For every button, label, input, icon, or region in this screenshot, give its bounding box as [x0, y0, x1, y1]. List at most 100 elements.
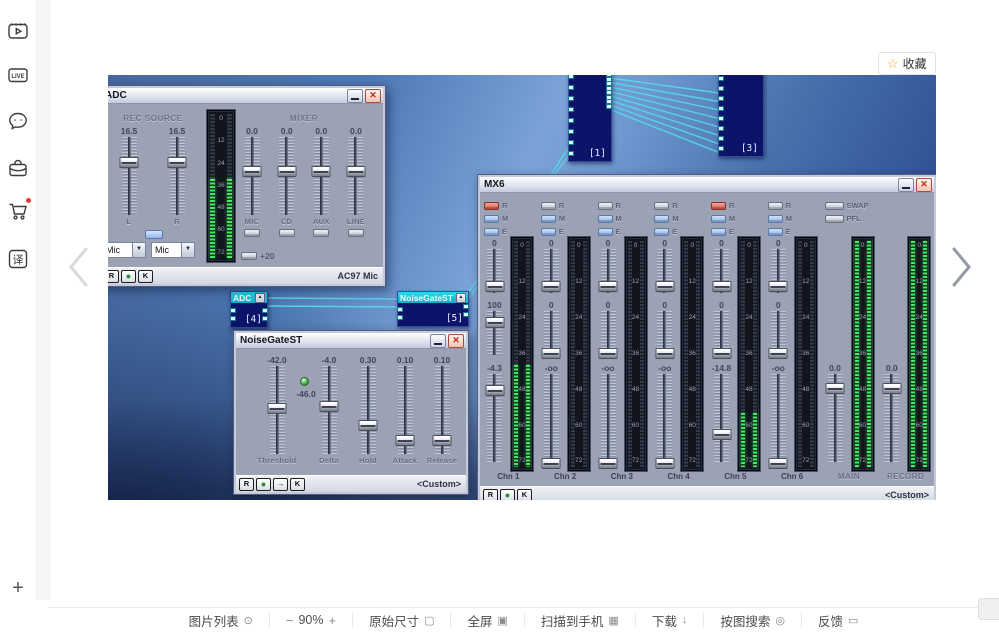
- fader-track[interactable]: [277, 137, 297, 215]
- toolbar-item-feedback[interactable]: 反馈 ▭: [800, 612, 874, 629]
- fader-track[interactable]: [432, 366, 452, 454]
- fader-knob[interactable]: [267, 402, 287, 414]
- e-button[interactable]: [767, 227, 783, 236]
- fader-knob[interactable]: [311, 165, 331, 177]
- m-button[interactable]: [654, 214, 670, 223]
- status-button-r[interactable]: R: [108, 269, 119, 283]
- fader-track[interactable]: [598, 249, 618, 293]
- toolbar-item-zoom[interactable]: −90% +: [268, 612, 352, 628]
- swap-button[interactable]: [824, 201, 844, 210]
- fader-track[interactable]: [712, 249, 731, 293]
- status-button-r[interactable]: R: [483, 488, 498, 500]
- fader-track[interactable]: [541, 311, 561, 359]
- fader-track[interactable]: [358, 366, 378, 454]
- fader-track[interactable]: [319, 366, 339, 454]
- next-image-button[interactable]: [948, 246, 974, 293]
- minimize-button[interactable]: [347, 88, 363, 103]
- toolbar-item-download[interactable]: 下载 ↓: [634, 612, 704, 629]
- toolbar-item-fullscreen[interactable]: 全屏 ▣: [450, 612, 523, 629]
- fader-track[interactable]: [712, 374, 731, 462]
- fader-knob[interactable]: [768, 457, 788, 469]
- fader-track[interactable]: [712, 311, 731, 359]
- toolbar-item-qr[interactable]: 扫描到手机 ▦: [523, 612, 635, 629]
- noisegate-titlebar[interactable]: NoiseGateST ✕: [236, 333, 466, 349]
- minimize-button[interactable]: [898, 177, 914, 192]
- live-icon[interactable]: LIVE: [7, 64, 29, 86]
- fader-track[interactable]: [825, 374, 845, 462]
- patch-node-adc[interactable]: ADC ▲ [4]: [230, 291, 268, 328]
- fader-track[interactable]: [485, 249, 504, 293]
- cart-icon[interactable]: [7, 198, 31, 222]
- e-button[interactable]: [484, 227, 499, 236]
- e-button[interactable]: [540, 227, 556, 236]
- mx6-window[interactable]: MX6 ✕ R M E 0 100 -4.3 0 12 24 36 48 60 72 Chn 1RME00…: [477, 174, 936, 500]
- fader-button[interactable]: [313, 229, 330, 237]
- mx6-titlebar[interactable]: MX6 ✕: [480, 177, 934, 193]
- favorite-button[interactable]: ☆ 收藏: [878, 52, 936, 75]
- m-button[interactable]: [711, 214, 726, 223]
- r-button[interactable]: [654, 201, 670, 210]
- patch-block-1[interactable]: [1]: [568, 75, 612, 162]
- toolbar-item-search[interactable]: 按图搜索 ◎: [703, 612, 801, 629]
- r-button[interactable]: [711, 201, 726, 210]
- fader-track[interactable]: [395, 366, 415, 454]
- pfl-button[interactable]: [824, 214, 844, 223]
- e-button[interactable]: [597, 227, 613, 236]
- status-button-k[interactable]: K: [138, 269, 153, 283]
- image-viewer-canvas[interactable]: [1] [3] ADC ▲ [4] NoiseGateST ▲ [5] ADC …: [108, 75, 936, 500]
- r-button[interactable]: [540, 201, 556, 210]
- fader-track[interactable]: [267, 366, 287, 454]
- status-button-k[interactable]: K: [517, 488, 532, 500]
- fader-track[interactable]: [655, 249, 675, 293]
- noisegate-window[interactable]: NoiseGateST ✕ -46.0 -42.0 Threshold -4.0 De…: [233, 330, 469, 495]
- fader-track[interactable]: [768, 311, 788, 359]
- fader-track[interactable]: [598, 311, 618, 359]
- rec-source-select-right[interactable]: Mic ▼: [151, 242, 195, 258]
- record-dot-button[interactable]: ●: [500, 488, 515, 500]
- m-button[interactable]: [597, 214, 613, 223]
- chevron-down-icon[interactable]: ▼: [132, 243, 145, 257]
- fader-knob[interactable]: [167, 156, 187, 168]
- fader-track[interactable]: [768, 374, 788, 469]
- fader-knob[interactable]: [825, 382, 845, 394]
- fader-button[interactable]: [347, 229, 364, 237]
- stereo-link-button[interactable]: [145, 230, 163, 239]
- minimize-button[interactable]: [430, 333, 446, 348]
- fader-knob[interactable]: [598, 457, 618, 469]
- record-dot-button[interactable]: ●: [256, 477, 271, 491]
- fader-track[interactable]: [242, 137, 262, 215]
- fader-knob[interactable]: [655, 280, 675, 292]
- collapse-arrow-icon[interactable]: ▲: [255, 292, 265, 303]
- e-button[interactable]: [654, 227, 670, 236]
- fader-track[interactable]: [311, 137, 331, 215]
- chat-icon[interactable]: [7, 110, 29, 132]
- fader-knob[interactable]: [358, 419, 378, 431]
- fader-knob[interactable]: [768, 280, 788, 292]
- fader-knob[interactable]: [485, 317, 504, 329]
- fader-track[interactable]: [655, 374, 675, 469]
- status-button-k[interactable]: K: [290, 477, 305, 491]
- close-button[interactable]: ✕: [916, 177, 932, 192]
- m-button[interactable]: [540, 214, 556, 223]
- video-icon[interactable]: [7, 20, 29, 42]
- fader-knob[interactable]: [242, 165, 262, 177]
- chevron-down-icon[interactable]: ▼: [181, 243, 194, 257]
- fader-track[interactable]: [541, 374, 561, 469]
- r-button[interactable]: [484, 201, 499, 210]
- fader-track[interactable]: [119, 137, 139, 215]
- toolbar-item-expand[interactable]: 原始尺寸 ▢: [352, 612, 450, 629]
- fader-knob[interactable]: [541, 457, 561, 469]
- status-button-r[interactable]: R: [239, 477, 254, 491]
- fader-knob[interactable]: [712, 280, 731, 292]
- adc-window[interactable]: ADC ✕ REC SOURCE MIXER 16.5 L 16.5 R 0.0 MIC…: [108, 85, 386, 287]
- fader-knob[interactable]: [541, 280, 561, 292]
- fader-track[interactable]: [541, 249, 561, 293]
- fader-track[interactable]: [768, 249, 788, 293]
- fader-knob[interactable]: [768, 347, 788, 359]
- patch-node-noisegate[interactable]: NoiseGateST ▲ [5]: [397, 291, 469, 327]
- plus-icon[interactable]: +: [7, 578, 29, 600]
- fader-knob[interactable]: [395, 434, 415, 446]
- prev-image-button[interactable]: [66, 246, 92, 293]
- fader-knob[interactable]: [277, 165, 297, 177]
- fader-knob[interactable]: [432, 434, 452, 446]
